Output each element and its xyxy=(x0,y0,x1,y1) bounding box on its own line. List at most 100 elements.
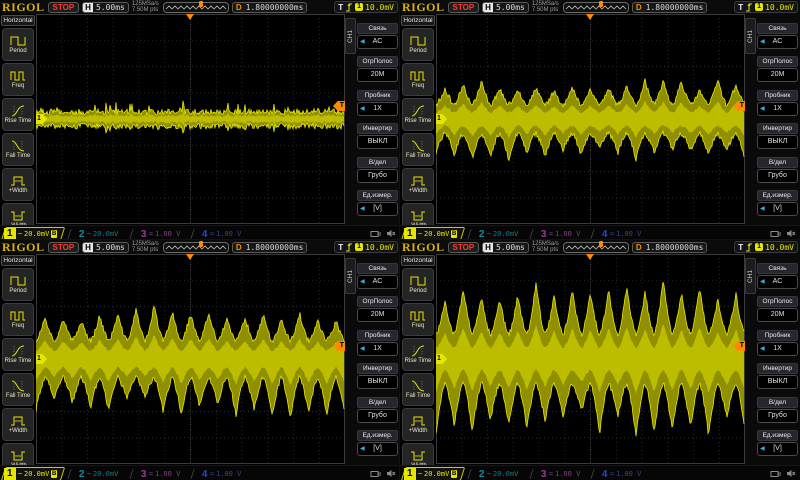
menu-item-invert[interactable]: Инвертир ВЫКЛ xyxy=(356,363,399,389)
timebase-readout[interactable]: H 5.00ms xyxy=(482,2,529,13)
menu-item-bandwidth-limit[interactable]: ОгрПолос 20M xyxy=(356,56,399,82)
menu-item-coupling[interactable]: Связь ◀AC xyxy=(756,23,799,49)
ch1-status-badge[interactable]: 1 ~ 20.0mV B xyxy=(1,467,66,480)
run-status-badge[interactable]: STOP xyxy=(448,242,480,253)
measure-menu-title[interactable]: Horizontal xyxy=(401,255,435,266)
measure-menu-title[interactable]: Horizontal xyxy=(1,15,35,26)
menu-item-fall-time[interactable]: Fall Time xyxy=(402,373,434,406)
menu-item-value[interactable]: Грубо xyxy=(757,169,798,183)
menu-item-period[interactable]: Period xyxy=(2,28,34,61)
menu-item-volts-div[interactable]: В/дел Грубо xyxy=(356,157,399,183)
menu-item-value[interactable]: 20M xyxy=(357,68,398,82)
memory-position-bar[interactable] xyxy=(563,242,629,253)
ch4-status-badge[interactable]: 4 = 1.00 V xyxy=(193,227,249,241)
menu-item-freq[interactable]: Freq xyxy=(2,63,34,96)
menu-item-bandwidth-limit[interactable]: ОгрПолос 20M xyxy=(356,296,399,322)
menu-item-fall-time[interactable]: Fall Time xyxy=(402,133,434,166)
menu-item-freq[interactable]: Freq xyxy=(402,303,434,336)
trigger-readout[interactable]: T 1 10.0mV xyxy=(334,241,398,253)
menu-item-rise-time[interactable]: Rise Time xyxy=(2,338,34,371)
ch1-status-badge[interactable]: 1 ~ 20.0mV B xyxy=(401,227,466,241)
menu-item-value[interactable]: ◀[V] xyxy=(757,442,798,456)
menu-item-invert[interactable]: Инвертир ВЫКЛ xyxy=(756,363,799,389)
ch4-status-badge[interactable]: 4 = 1.00 V xyxy=(193,467,249,480)
menu-item-value[interactable]: ◀[V] xyxy=(757,202,798,216)
menu-item-value[interactable]: ◀1X xyxy=(357,102,398,116)
menu-item-value[interactable]: ВЫКЛ xyxy=(757,135,798,149)
ch2-status-badge[interactable]: 2 ~ 20.0mV xyxy=(71,467,127,480)
run-status-badge[interactable]: STOP xyxy=(448,2,480,13)
ch1-status-badge[interactable]: 1 ~ 20.0mV B xyxy=(1,227,66,241)
trigger-readout[interactable]: T 1 10.0mV xyxy=(334,1,398,13)
menu-item-rise-time[interactable]: Rise Time xyxy=(402,98,434,131)
memory-position-bar[interactable] xyxy=(163,242,229,253)
menu-item-units[interactable]: Ед.измер. ◀[V] xyxy=(756,190,799,216)
menu-item-plus-width[interactable]: +Width xyxy=(402,168,434,201)
run-status-badge[interactable]: STOP xyxy=(48,2,80,13)
menu-item-units[interactable]: Ед.измер. ◀[V] xyxy=(356,430,399,456)
menu-item-value[interactable]: Грубо xyxy=(757,409,798,423)
menu-item-volts-div[interactable]: В/дел Грубо xyxy=(756,397,799,423)
ch2-status-badge[interactable]: 2 ~ 20.0mV xyxy=(471,467,527,480)
menu-item-freq[interactable]: Freq xyxy=(2,303,34,336)
menu-item-value[interactable]: ◀1X xyxy=(357,342,398,356)
timebase-readout[interactable]: H 5.00ms xyxy=(82,2,129,13)
memory-position-bar[interactable] xyxy=(163,2,229,13)
memory-position-bar[interactable] xyxy=(563,2,629,13)
menu-item-period[interactable]: Period xyxy=(402,268,434,301)
ch4-status-badge[interactable]: 4 = 1.00 V xyxy=(593,227,649,241)
menu-item-probe[interactable]: Пробник ◀1X xyxy=(756,90,799,116)
menu-item-bandwidth-limit[interactable]: ОгрПолос 20M xyxy=(756,296,799,322)
menu-item-rise-time[interactable]: Rise Time xyxy=(2,98,34,131)
ch1-menu-tab[interactable]: CH1 xyxy=(745,18,756,54)
ch3-status-badge[interactable]: 3 = 1.00 V xyxy=(132,227,188,241)
menu-item-value[interactable]: ◀1X xyxy=(757,342,798,356)
ch4-status-badge[interactable]: 4 = 1.00 V xyxy=(593,467,649,480)
timebase-readout[interactable]: H 5.00ms xyxy=(82,242,129,253)
menu-item-invert[interactable]: Инвертир ВЫКЛ xyxy=(756,123,799,149)
run-status-badge[interactable]: STOP xyxy=(48,242,80,253)
ch1-menu-tab[interactable]: CH1 xyxy=(345,18,356,54)
menu-item-plus-width[interactable]: +Width xyxy=(402,408,434,441)
menu-item-value[interactable]: ◀AC xyxy=(757,35,798,49)
ch1-menu-tab[interactable]: CH1 xyxy=(345,258,356,294)
delay-readout[interactable]: D 1.80000000ms xyxy=(632,2,708,13)
menu-item-plus-width[interactable]: +Width xyxy=(2,168,34,201)
menu-item-invert[interactable]: Инвертир ВЫКЛ xyxy=(356,123,399,149)
delay-readout[interactable]: D 1.80000000ms xyxy=(232,2,308,13)
delay-readout[interactable]: D 1.80000000ms xyxy=(632,242,708,253)
menu-item-value[interactable]: Грубо xyxy=(357,169,398,183)
ch3-status-badge[interactable]: 3 = 1.00 V xyxy=(532,467,588,480)
menu-item-fall-time[interactable]: Fall Time xyxy=(2,133,34,166)
ch3-status-badge[interactable]: 3 = 1.00 V xyxy=(532,227,588,241)
menu-item-coupling[interactable]: Связь ◀AC xyxy=(356,263,399,289)
menu-item-probe[interactable]: Пробник ◀1X xyxy=(356,330,399,356)
menu-item-value[interactable]: ◀AC xyxy=(357,275,398,289)
trigger-readout[interactable]: T 1 10.0mV xyxy=(734,1,798,13)
menu-item-probe[interactable]: Пробник ◀1X xyxy=(356,90,399,116)
menu-item-value[interactable]: Грубо xyxy=(357,409,398,423)
ch3-status-badge[interactable]: 3 = 1.00 V xyxy=(132,467,188,480)
ch2-status-badge[interactable]: 2 ~ 20.0mV xyxy=(71,227,127,241)
menu-item-value[interactable]: ◀AC xyxy=(357,35,398,49)
delay-readout[interactable]: D 1.80000000ms xyxy=(232,242,308,253)
menu-item-volts-div[interactable]: В/дел Грубо xyxy=(356,397,399,423)
ch1-menu-tab[interactable]: CH1 xyxy=(745,258,756,294)
menu-item-value[interactable]: ◀1X xyxy=(757,102,798,116)
ch1-status-badge[interactable]: 1 ~ 20.0mV B xyxy=(401,467,466,480)
measure-menu-title[interactable]: Horizontal xyxy=(401,15,435,26)
menu-item-fall-time[interactable]: Fall Time xyxy=(2,373,34,406)
menu-item-plus-width[interactable]: +Width xyxy=(2,408,34,441)
menu-item-value[interactable]: 20M xyxy=(757,308,798,322)
menu-item-freq[interactable]: Freq xyxy=(402,63,434,96)
measure-menu-title[interactable]: Horizontal xyxy=(1,255,35,266)
menu-item-period[interactable]: Period xyxy=(402,28,434,61)
menu-item-coupling[interactable]: Связь ◀AC xyxy=(756,263,799,289)
menu-item-value[interactable]: ◀[V] xyxy=(357,442,398,456)
menu-item-units[interactable]: Ед.измер. ◀[V] xyxy=(756,430,799,456)
menu-item-probe[interactable]: Пробник ◀1X xyxy=(756,330,799,356)
menu-item-value[interactable]: ВЫКЛ xyxy=(357,135,398,149)
menu-item-units[interactable]: Ед.измер. ◀[V] xyxy=(356,190,399,216)
trigger-readout[interactable]: T 1 10.0mV xyxy=(734,241,798,253)
menu-item-coupling[interactable]: Связь ◀AC xyxy=(356,23,399,49)
